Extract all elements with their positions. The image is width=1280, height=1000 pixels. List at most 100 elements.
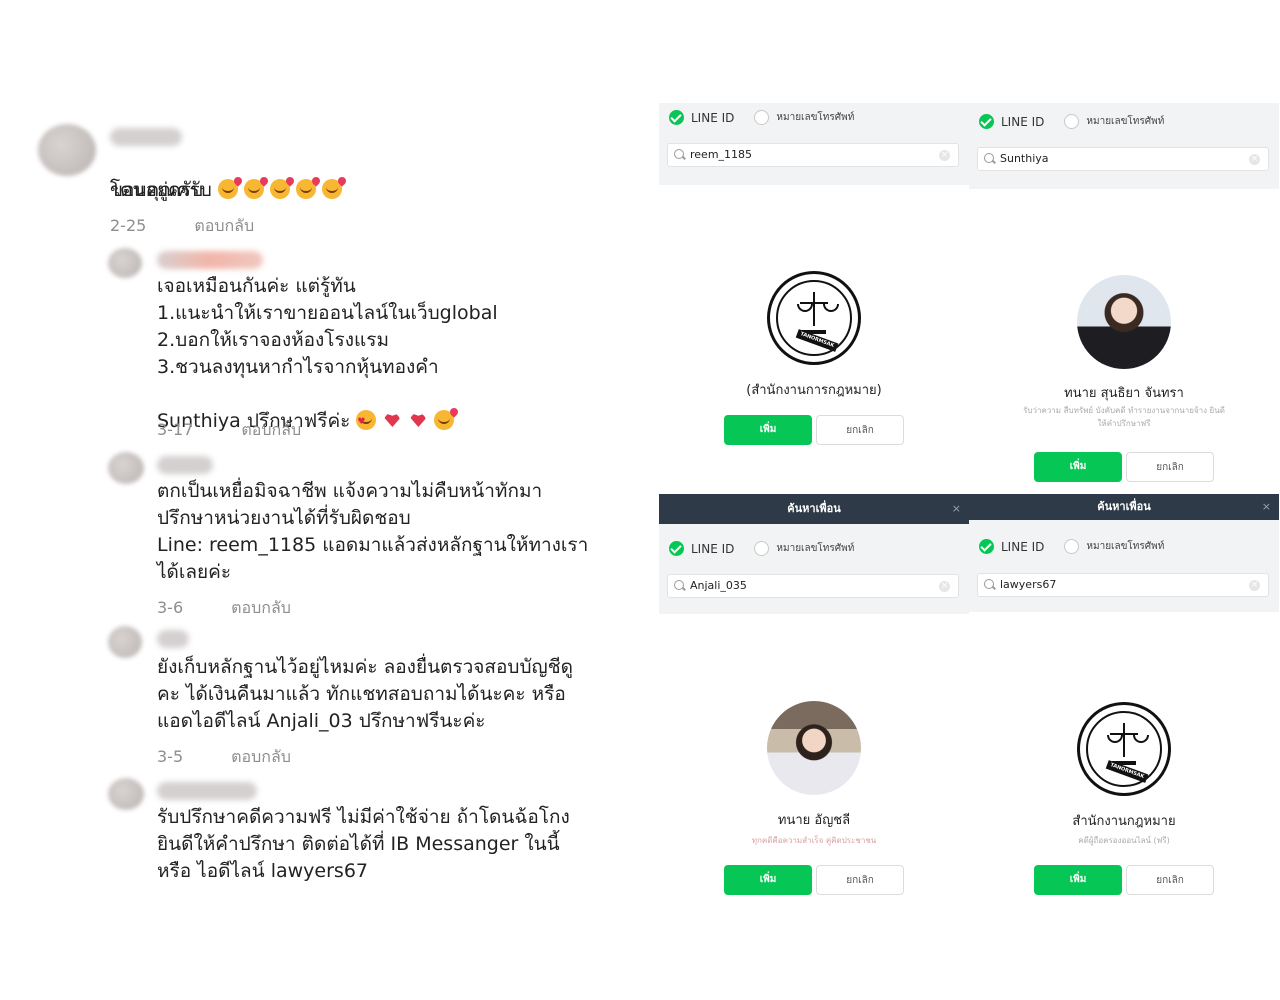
radio-line-id-checked-icon[interactable] <box>979 114 994 129</box>
profile-name: สำนักงานกฎหมาย <box>1072 814 1176 829</box>
comment-meta: 3-17 ตอบกลับ <box>157 418 301 443</box>
kiss-emoji-icon <box>434 410 455 430</box>
dialog-header: ค้นหาเพื่อน × <box>659 494 969 524</box>
comment-thread: ขอบคุณครับ โดนอยู่ครับ 2-25 ตอบกลับ เจอเห… <box>0 0 650 1000</box>
id-type-selector: LINE ID หมายเลขโทรศัพท์ <box>669 110 854 125</box>
heart-emoji-icon <box>382 410 402 430</box>
kiss-emoji-icon <box>321 179 342 199</box>
id-type-selector: LINE ID หมายเลขโทรศัพท์ <box>979 539 1164 554</box>
blurred-username[interactable] <box>157 456 213 474</box>
id-type-selector: LINE ID หมายเลขโทรศัพท์ <box>669 541 854 556</box>
blurred-username[interactable] <box>110 128 182 146</box>
radio-phone-icon[interactable] <box>1064 114 1080 129</box>
search-value[interactable]: lawyers67 <box>1000 574 1056 596</box>
add-friend-button[interactable]: เพิ่ม <box>1034 865 1122 895</box>
line-add-friend-panel: LINE ID หมายเลขโทรศัพท์ Sunthiya × ทนาย … <box>969 103 1279 498</box>
reply-button[interactable]: ตอบกลับ <box>231 598 291 617</box>
radio-line-id-label[interactable]: LINE ID <box>691 542 734 556</box>
search-input[interactable]: lawyers67 × <box>977 573 1269 597</box>
add-friend-button[interactable]: เพิ่ม <box>724 415 812 445</box>
comment-meta: 3-5 ตอบกลับ <box>157 745 291 770</box>
blurred-username[interactable] <box>157 782 257 800</box>
radio-phone-icon[interactable] <box>754 110 770 125</box>
comment-text: รับปรึกษาคดีความฟรี ไม่มีค่าใช้จ่าย ถ้าโ… <box>157 806 570 882</box>
kiss-emoji-icon <box>243 179 264 199</box>
cancel-button[interactable]: ยกเลิก <box>1126 452 1214 482</box>
avatar[interactable] <box>38 124 96 176</box>
search-value[interactable]: Sunthiya <box>1000 148 1049 170</box>
line-add-friend-panel: ค้นหาเพื่อน × LINE ID หมายเลขโทรศัพท์ law… <box>969 494 1279 904</box>
comment-date: 3-6 <box>157 598 184 617</box>
search-value[interactable]: Anjali_035 <box>690 575 747 597</box>
radio-phone-icon[interactable] <box>1064 539 1080 554</box>
avatar[interactable] <box>108 626 142 658</box>
kiss-emoji-icon <box>217 179 238 199</box>
profile-status-message: คดีผู้ถือครองออนไลน์ (ฟรี) <box>1078 836 1170 845</box>
heart-eyes-emoji-icon <box>356 409 377 436</box>
search-value[interactable]: reem_1185 <box>690 144 752 166</box>
comment-meta: 2-25 ตอบกลับ <box>110 214 254 239</box>
dialog-title: ค้นหาเพื่อน <box>787 502 841 515</box>
search-icon <box>674 580 684 590</box>
search-input[interactable]: Sunthiya × <box>977 147 1269 171</box>
add-friend-button[interactable]: เพิ่ม <box>724 865 812 895</box>
kiss-emoji-icon <box>269 179 290 199</box>
avatar[interactable] <box>108 778 144 810</box>
blurred-username[interactable] <box>157 251 263 269</box>
avatar[interactable] <box>108 248 142 278</box>
radio-phone-label[interactable]: หมายเลขโทรศัพท์ <box>776 110 854 125</box>
comment-date: 3-17 <box>157 420 194 439</box>
lawyer-photo-avatar <box>1077 275 1171 369</box>
profile-name: ทนาย สุนธิยา จันทรา <box>1064 386 1184 401</box>
blurred-username[interactable] <box>157 630 189 648</box>
search-band <box>659 524 969 614</box>
comment-line: โดนอยู่ครับ <box>110 179 204 201</box>
dialog-header: ค้นหาเพื่อน × <box>969 494 1279 520</box>
avatar[interactable] <box>108 452 144 484</box>
clear-icon[interactable]: × <box>939 150 950 161</box>
search-icon <box>984 153 994 163</box>
reply-button[interactable]: ตอบกลับ <box>241 420 301 439</box>
search-icon <box>984 579 994 589</box>
radio-phone-label[interactable]: หมายเลขโทรศัพท์ <box>776 541 854 556</box>
radio-phone-label[interactable]: หมายเลขโทรศัพท์ <box>1086 114 1164 129</box>
search-input[interactable]: reem_1185 × <box>667 143 959 167</box>
close-icon[interactable]: × <box>952 494 961 524</box>
profile-name: (สำนักงานการกฎหมาย) <box>746 383 882 398</box>
comment-text: ยังเก็บหลักฐานไว้อยู่ไหมค่ะ ลองยื่นตรวจส… <box>157 656 573 732</box>
id-type-selector: LINE ID หมายเลขโทรศัพท์ <box>979 114 1164 129</box>
line-add-friend-panel: LINE ID หมายเลขโทรศัพท์ reem_1185 × TANO… <box>659 103 969 498</box>
clear-icon[interactable]: × <box>1249 154 1260 165</box>
radio-phone-icon[interactable] <box>754 541 770 556</box>
reply-button[interactable]: ตอบกลับ <box>194 216 254 235</box>
comment-text: ตกเป็นเหยื่อมิจฉาชีพ แจ้งความไม่คืบหน้าท… <box>157 480 589 583</box>
clear-icon[interactable]: × <box>1249 580 1260 591</box>
clear-icon[interactable]: × <box>939 581 950 592</box>
profile-status-message: ทุกคดีคือความสำเร็จ คู่คิดประชาชน <box>751 836 877 845</box>
law-office-seal-icon: TANORMSAK <box>767 271 861 365</box>
add-friend-button[interactable]: เพิ่ม <box>1034 452 1122 482</box>
reply-button[interactable]: ตอบกลับ <box>231 747 291 766</box>
comment-date: 2-25 <box>110 216 147 235</box>
cancel-button[interactable]: ยกเลิก <box>816 865 904 895</box>
search-band <box>969 520 1279 612</box>
comment-date: 3-5 <box>157 747 184 766</box>
heart-emoji-icon <box>408 410 428 430</box>
search-icon <box>674 149 684 159</box>
line-add-friend-panel: ค้นหาเพื่อน × LINE ID หมายเลขโทรศัพท์ Anj… <box>659 494 969 904</box>
radio-line-id-checked-icon[interactable] <box>979 539 994 554</box>
close-icon[interactable]: × <box>1262 494 1271 520</box>
cancel-button[interactable]: ยกเลิก <box>1126 865 1214 895</box>
radio-line-id-label[interactable]: LINE ID <box>1001 115 1044 129</box>
profile-status-message: รับว่าความ สืบทรัพย์ บังคับคดี ทำรายงานจ… <box>1023 406 1225 428</box>
comment-text: เจอเหมือนกันค่ะ แต่รู้ทัน 1.แนะนำให้เราข… <box>157 275 498 378</box>
radio-line-id-label[interactable]: LINE ID <box>691 111 734 125</box>
comment-meta: 3-6 ตอบกลับ <box>157 596 291 621</box>
search-input[interactable]: Anjali_035 × <box>667 574 959 598</box>
radio-line-id-label[interactable]: LINE ID <box>1001 540 1044 554</box>
radio-line-id-checked-icon[interactable] <box>669 541 684 556</box>
cancel-button[interactable]: ยกเลิก <box>816 415 904 445</box>
profile-name: ทนาย อัญชลี <box>777 813 851 828</box>
radio-line-id-checked-icon[interactable] <box>669 110 684 125</box>
radio-phone-label[interactable]: หมายเลขโทรศัพท์ <box>1086 539 1164 554</box>
